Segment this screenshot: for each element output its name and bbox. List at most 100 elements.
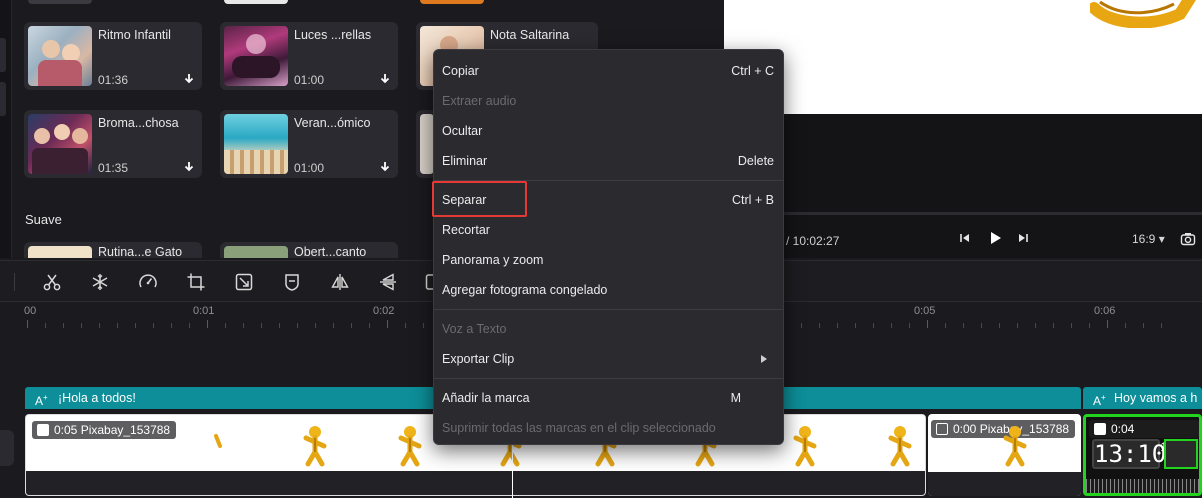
media-card-title: Broma...chosa (98, 116, 179, 130)
mask-icon[interactable] (282, 272, 302, 292)
ruler-label: 0:02 (373, 305, 395, 317)
download-icon[interactable] (182, 160, 196, 174)
ruler-tick (153, 323, 154, 328)
cartoon-figure-icon (1090, 0, 1197, 28)
ruler-tick (387, 320, 388, 328)
media-card[interactable]: Rutina...e Gato (24, 242, 202, 258)
ruler-tick (27, 320, 28, 328)
speed-icon[interactable] (138, 272, 158, 292)
ruler-tick (225, 323, 226, 328)
video-icon (37, 424, 49, 436)
audio-strip (26, 471, 925, 495)
ruler-tick (1161, 323, 1162, 328)
media-card[interactable]: Broma...chosa 01:35 (24, 110, 202, 178)
mirror-icon[interactable] (330, 272, 350, 292)
track-side-handle[interactable] (0, 430, 14, 466)
menu-item-panorama-zoom[interactable]: Panorama y zoom (434, 246, 783, 274)
menu-item-fotograma-congelado[interactable]: Agregar fotograma congelado (434, 276, 783, 304)
preview-canvas (724, 0, 1202, 114)
previous-frame-icon[interactable] (958, 231, 972, 245)
menu-item-recortar[interactable]: Recortar (434, 216, 783, 244)
cartoon-figure-icon (398, 426, 422, 467)
media-thumbnail (420, 114, 434, 174)
clock-display: 13:10 (1092, 439, 1167, 469)
media-card-partial[interactable] (420, 0, 484, 4)
ruler-tick (891, 323, 892, 328)
scissors-icon[interactable] (42, 272, 62, 292)
resize-icon[interactable] (234, 272, 254, 292)
ruler-tick (1143, 323, 1144, 328)
ruler-tick (297, 323, 298, 328)
chevron-right-icon (761, 355, 767, 363)
ruler-tick (207, 320, 208, 328)
ruler-tick (369, 323, 370, 328)
aspect-ratio-dropdown[interactable]: 16:9 ▾ (1132, 232, 1165, 246)
ruler-tick (981, 323, 982, 328)
ruler-tick (99, 323, 100, 328)
media-card-title: Ritmo Infantil (98, 28, 171, 42)
section-title-suave: Suave (25, 212, 62, 227)
time-total: / 10:02:27 (786, 234, 840, 248)
download-icon[interactable] (378, 72, 392, 86)
ruler-tick (909, 323, 910, 328)
crop-icon[interactable] (186, 272, 206, 292)
ruler-tick (945, 323, 946, 328)
ruler-tick (405, 323, 406, 328)
download-icon[interactable] (182, 72, 196, 86)
media-card-partial[interactable] (28, 0, 92, 4)
cartoon-figure-icon (1003, 426, 1027, 467)
media-card[interactable]: Obert...canto (220, 242, 398, 258)
download-icon[interactable] (378, 160, 392, 174)
media-thumbnail (224, 26, 288, 86)
media-thumbnail (224, 246, 288, 258)
video-clip-selected[interactable]: 0:04 Pixabay_13 13:10 (1083, 414, 1202, 496)
ruler-label: 0:01 (193, 305, 215, 317)
ruler-tick (855, 323, 856, 328)
media-card-title: Luces ...rellas (294, 28, 372, 42)
menu-item-copiar[interactable]: Copiar Ctrl + C (434, 57, 783, 85)
camera-icon[interactable] (1180, 231, 1196, 247)
ruler-tick (873, 323, 874, 328)
ruler-tick (189, 323, 190, 328)
ruler-tick (315, 323, 316, 328)
menu-item-exportar-clip[interactable]: Exportar Clip (434, 345, 783, 373)
media-card[interactable]: Luces ...rellas 01:00 (220, 22, 398, 90)
text-clip[interactable]: A+ Hoy vamos a h (1083, 387, 1202, 409)
media-card-partial[interactable] (224, 0, 288, 4)
flip-icon[interactable] (378, 272, 398, 292)
sidebar-tab[interactable] (0, 38, 6, 72)
menu-item-anadir-marca[interactable]: Añadir la marca M (434, 384, 783, 412)
media-card-duration: 01:36 (98, 73, 129, 87)
menu-item-extraer-audio: Extraer audio (442, 94, 517, 108)
media-card[interactable]: Ritmo Infantil 01:36 (24, 22, 202, 90)
clip-info-tag: 0:05 Pixabay_153788 (32, 421, 177, 439)
audio-strip (928, 472, 1081, 496)
clock-frame (1164, 439, 1198, 469)
media-card-title: Veran...ómico (294, 116, 371, 130)
media-card-duration: 01:00 (294, 161, 325, 175)
menu-separator (434, 378, 783, 379)
media-thumbnail (224, 114, 288, 174)
context-menu: Copiar Ctrl + C Extraer audio Ocultar Eli… (433, 49, 784, 445)
left-sidebar-strip (0, 0, 12, 258)
ruler-tick (1107, 320, 1108, 328)
next-frame-icon[interactable] (1016, 231, 1030, 245)
menu-item-eliminar[interactable]: Eliminar Delete (434, 147, 783, 175)
media-card-title: Nota Saltarina (490, 28, 570, 42)
sidebar-tab[interactable] (0, 82, 6, 116)
menu-item-ocultar[interactable]: Ocultar (434, 117, 783, 145)
ruler-tick (963, 323, 964, 328)
media-thumbnail (28, 26, 92, 86)
ruler-tick (423, 323, 424, 328)
cartoon-figure-icon (888, 426, 912, 467)
play-icon[interactable] (986, 229, 1004, 247)
menu-item-suprimir-marcas: Suprimir todas las marcas en el clip sel… (442, 421, 716, 435)
media-card[interactable]: Veran...ómico 01:00 (220, 110, 398, 178)
preview-progress-track[interactable] (724, 212, 1202, 215)
ruler-tick (1125, 323, 1126, 328)
text-clip-label: Hoy vamos a h (1114, 391, 1198, 405)
freeze-icon[interactable] (90, 272, 110, 292)
menu-separator (434, 309, 783, 310)
cartoon-figure-icon (214, 434, 222, 448)
ruler-tick (45, 323, 46, 328)
